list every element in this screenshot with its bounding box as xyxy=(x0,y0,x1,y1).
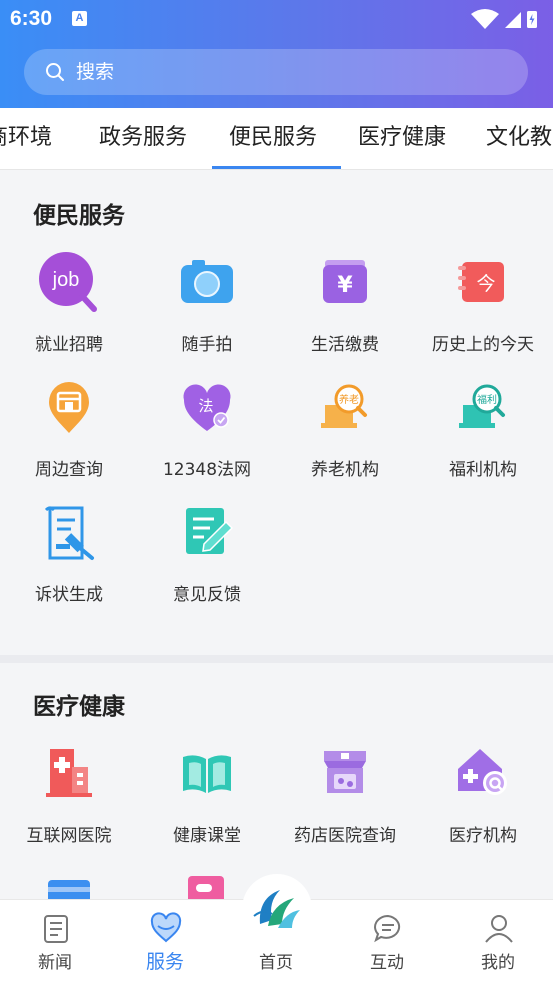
feedback-edit-icon xyxy=(186,508,234,554)
search-bar[interactable] xyxy=(24,49,528,95)
yen-wallet-icon: ¥ xyxy=(323,260,367,303)
tab-culture-education[interactable]: 文化教 xyxy=(486,108,552,169)
app-header: 6:30 A xyxy=(0,0,553,108)
nav-label: 互动 xyxy=(370,953,404,973)
service-item-welfare[interactable]: 福利 福利机构 xyxy=(414,375,552,485)
service-label: 意见反馈 xyxy=(173,585,241,605)
service-label: 养老机构 xyxy=(311,460,379,480)
service-label: 健康课堂 xyxy=(173,826,241,846)
service-label: 历史上的今天 xyxy=(432,335,534,355)
signal-icon xyxy=(505,12,521,28)
welfare-icon: 福利 xyxy=(459,384,505,428)
service-item-elderly-care[interactable]: 养老 养老机构 xyxy=(276,375,414,485)
app-root: { "status": {"time": "6:30", "badge": "A… xyxy=(0,0,553,984)
tab-government-services[interactable]: 政务服务 xyxy=(99,108,187,169)
section-title-convenience: 便民服务 xyxy=(33,203,125,229)
service-item-internet-hospital[interactable]: 互联网医院 xyxy=(0,741,138,851)
nav-services[interactable]: 服务 xyxy=(110,900,220,984)
today-calendar-icon: 今 xyxy=(458,262,504,302)
svg-text:job: job xyxy=(52,269,80,291)
service-label: 生活缴费 xyxy=(311,335,379,355)
book-icon xyxy=(183,755,231,793)
service-item-law-12348[interactable]: 法 12348法网 xyxy=(138,375,276,485)
chat-icon xyxy=(374,914,401,943)
service-label: 诉状生成 xyxy=(35,585,103,605)
service-label: 随手拍 xyxy=(181,335,233,355)
service-label: 医疗机构 xyxy=(449,826,517,846)
service-item-partial-card[interactable] xyxy=(0,870,138,900)
svg-text:今: 今 xyxy=(476,273,495,295)
home-logo-button[interactable] xyxy=(242,874,312,944)
nav-interaction[interactable]: 互动 xyxy=(332,900,442,984)
active-tab-indicator xyxy=(212,166,341,169)
service-item-pharmacy-search[interactable]: 药店医院查询 xyxy=(276,741,414,851)
service-item-medical-institution[interactable]: 医疗机构 xyxy=(414,741,552,851)
svg-text:¥: ¥ xyxy=(337,273,353,298)
ticket-icon xyxy=(188,876,224,900)
service-item-feedback[interactable]: 意见反馈 xyxy=(138,500,276,610)
service-label: 药店医院查询 xyxy=(294,826,396,846)
medical-search-icon xyxy=(458,749,507,795)
service-item-health-class[interactable]: 健康课堂 xyxy=(138,741,276,851)
service-item-snapshot[interactable]: 随手拍 xyxy=(138,250,276,360)
camera-icon xyxy=(181,260,233,303)
category-tabs: 商环境 政务服务 便民服务 医疗健康 文化教 xyxy=(0,108,553,170)
nav-mine[interactable]: 我的 xyxy=(443,900,553,984)
nearby-pin-icon xyxy=(49,382,89,433)
user-icon xyxy=(485,915,513,943)
heart-service-icon xyxy=(150,912,182,943)
svg-text:养老: 养老 xyxy=(339,393,359,406)
service-label: 互联网医院 xyxy=(26,826,112,846)
search-icon xyxy=(46,63,64,81)
home-logo-icon xyxy=(253,890,300,928)
service-label: 就业招聘 xyxy=(35,335,103,355)
tab-business-environment[interactable]: 商环境 xyxy=(0,108,52,169)
wifi-icon xyxy=(471,9,499,29)
notification-a-icon: A xyxy=(72,11,87,26)
service-label: 12348法网 xyxy=(162,460,252,480)
svg-text:福利: 福利 xyxy=(477,393,497,406)
svg-text:法: 法 xyxy=(198,397,213,415)
nav-label: 新闻 xyxy=(38,953,72,973)
service-label: 周边查询 xyxy=(35,460,103,480)
service-item-lawsuit[interactable]: 诉状生成 xyxy=(0,500,138,610)
hospital-icon xyxy=(46,749,92,797)
status-icons xyxy=(471,9,537,29)
law-heart-icon: 法 xyxy=(183,384,231,431)
tab-convenience-services[interactable]: 便民服务 xyxy=(229,108,317,169)
lawsuit-document-icon xyxy=(44,506,94,560)
search-input[interactable] xyxy=(76,49,476,95)
nav-label: 服务 xyxy=(145,951,184,973)
news-icon xyxy=(44,915,68,943)
section-title-medical: 医疗健康 xyxy=(33,694,125,720)
elderly-care-icon: 养老 xyxy=(321,384,367,428)
service-item-history-today[interactable]: 今 历史上的今天 xyxy=(414,250,552,360)
service-item-utility-payment[interactable]: ¥ 生活缴费 xyxy=(276,250,414,360)
job-icon: job xyxy=(39,252,97,312)
status-time: 6:30 xyxy=(10,7,53,30)
card-icon xyxy=(48,880,90,900)
status-bar: 6:30 A xyxy=(0,0,553,38)
service-item-job[interactable]: job 就业招聘 xyxy=(0,250,138,360)
nav-news[interactable]: 新闻 xyxy=(0,900,110,984)
nav-label: 我的 xyxy=(481,953,515,973)
nav-label: 首页 xyxy=(259,953,293,973)
service-label: 福利机构 xyxy=(449,460,517,480)
section-divider xyxy=(0,655,553,663)
pharmacy-store-icon xyxy=(324,751,366,793)
service-item-nearby[interactable]: 周边查询 xyxy=(0,375,138,485)
tab-medical-health[interactable]: 医疗健康 xyxy=(358,108,446,169)
